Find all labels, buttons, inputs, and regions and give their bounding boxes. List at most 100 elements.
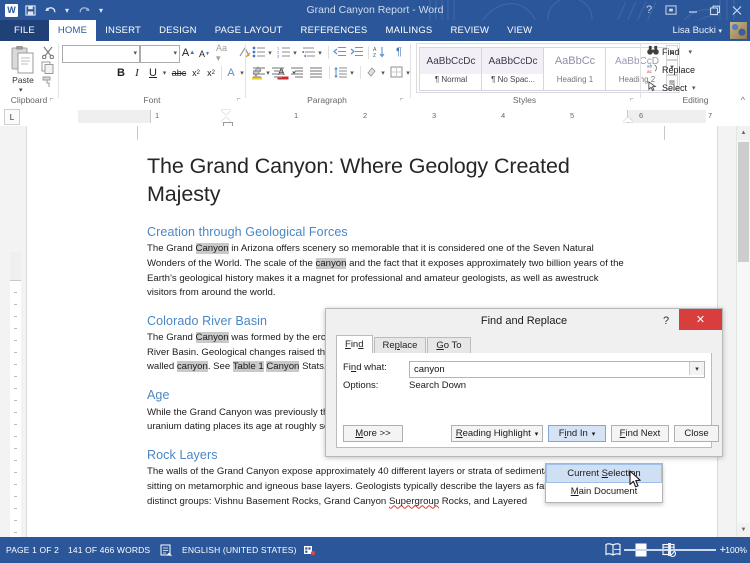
reading-highlight-button[interactable]: Reading Highlight ▾ [451, 425, 543, 442]
close-button[interactable]: Close [674, 425, 719, 442]
dialog-title-bar[interactable]: Find and Replace ? ✕ [326, 309, 722, 333]
bullets-dropdown-icon[interactable]: ▾ [266, 47, 274, 58]
dialog-close-icon[interactable]: ✕ [679, 309, 722, 330]
close-icon[interactable] [726, 0, 748, 20]
save-icon[interactable] [20, 0, 40, 20]
dialog-tab-goto[interactable]: Go To [427, 337, 471, 353]
style-item-heading-1[interactable]: AaBbCс Heading 1 [543, 47, 607, 91]
dialog-help-icon[interactable]: ? [656, 312, 676, 330]
tab-design[interactable]: DESIGN [150, 20, 206, 41]
help-icon[interactable]: ? [638, 0, 660, 20]
scroll-down-icon[interactable]: ▼ [737, 523, 750, 537]
word-count[interactable]: 141 OF 466 WORDS [68, 537, 150, 563]
replace-button[interactable]: ab ac Replace [647, 63, 695, 76]
font-name-combo[interactable]: ▾ [62, 45, 140, 63]
increase-indent-icon[interactable] [349, 45, 364, 59]
restore-icon[interactable] [704, 0, 726, 20]
horizontal-ruler[interactable]: 1 1 2 3 4 5 6 7 [78, 110, 712, 130]
scroll-up-icon[interactable]: ▲ [737, 126, 750, 140]
align-left-icon[interactable] [251, 65, 267, 79]
redo-icon[interactable] [74, 0, 94, 20]
cut-icon[interactable] [41, 46, 56, 60]
tab-references[interactable]: REFERENCES [292, 20, 377, 41]
copy-icon[interactable] [41, 61, 56, 75]
right-indent-marker[interactable] [623, 117, 633, 122]
format-painter-icon[interactable] [41, 75, 56, 89]
show-formatting-marks-icon[interactable]: ¶ [392, 45, 406, 59]
menu-item-main-document[interactable]: Main Document [546, 483, 662, 501]
borders-icon[interactable] [389, 65, 404, 79]
avatar[interactable] [730, 22, 747, 39]
page-indicator[interactable]: PAGE 1 OF 2 [6, 537, 59, 563]
line-spacing-dropdown-icon[interactable]: ▾ [348, 67, 356, 78]
align-center-icon[interactable] [270, 65, 286, 79]
find-and-replace-dialog[interactable]: Find and Replace ? ✕ Find Replace Go To … [325, 308, 723, 457]
undo-dropdown-icon[interactable]: ▾ [60, 0, 74, 20]
zoom-slider[interactable] [624, 543, 716, 556]
proofing-errors-icon[interactable] [160, 543, 173, 557]
sort-icon[interactable]: AZ [372, 45, 387, 59]
tab-view[interactable]: VIEW [498, 20, 541, 41]
styles-dialog-launcher[interactable]: ⌐ [627, 95, 636, 104]
line-spacing-icon[interactable] [333, 65, 348, 79]
style-item-no-spacing[interactable]: AaBbCcDc ¶ No Spac... [481, 47, 545, 91]
chevron-down-icon[interactable]: ▾ [133, 46, 137, 62]
dialog-tab-find[interactable]: Find [336, 335, 373, 353]
underline-dropdown-icon[interactable]: ▾ [160, 67, 169, 79]
more-button[interactable]: More >> [343, 425, 403, 442]
tab-insert[interactable]: INSERT [96, 20, 150, 41]
paste-icon[interactable] [10, 45, 36, 75]
justify-icon[interactable] [308, 65, 324, 79]
font-size-combo[interactable]: ▾ [140, 45, 180, 63]
underline-icon[interactable]: U [146, 65, 160, 80]
select-dropdown-icon[interactable]: ▾ [692, 84, 696, 92]
font-dialog-launcher[interactable]: ⌐ [234, 95, 243, 104]
find-dropdown-icon[interactable]: ▾ [689, 48, 693, 56]
tab-stop-selector[interactable]: L [4, 109, 20, 125]
tab-page-layout[interactable]: PAGE LAYOUT [206, 20, 292, 41]
vertical-ruler[interactable] [10, 252, 21, 537]
undo-icon[interactable] [40, 0, 60, 20]
select-button[interactable]: Select ▾ [647, 81, 696, 94]
chevron-down-icon[interactable]: ▾ [689, 362, 704, 375]
minimize-icon[interactable] [682, 0, 704, 20]
first-line-indent-marker[interactable] [221, 110, 231, 115]
multilevel-list-icon[interactable] [301, 45, 316, 59]
find-next-button[interactable]: Find Next [611, 425, 669, 442]
customize-qat-icon[interactable]: ▾ [94, 0, 108, 20]
find-in-dropdown-menu[interactable]: Current Selection Main Document [545, 463, 663, 503]
user-name-label[interactable]: Lisa Bucki ▾ [673, 20, 722, 41]
find-button[interactable]: Find ▾ [647, 45, 692, 58]
tab-home[interactable]: HOME [48, 20, 97, 41]
tab-file[interactable]: FILE [0, 20, 49, 41]
bold-icon[interactable]: B [114, 65, 128, 80]
style-item-normal[interactable]: AaBbCcDc ¶ Normal [419, 47, 483, 91]
paste-dropdown-icon[interactable]: ▾ [19, 86, 23, 94]
tab-review[interactable]: REVIEW [441, 20, 498, 41]
decrease-indent-icon[interactable] [332, 45, 347, 59]
find-in-button[interactable]: Fi nd In ▾ [548, 425, 606, 442]
text-effects-icon[interactable]: A [224, 65, 238, 80]
shading-dropdown-icon[interactable]: ▾ [379, 67, 387, 78]
numbering-dropdown-icon[interactable]: ▾ [291, 47, 299, 58]
superscript-icon[interactable]: x2 [204, 66, 218, 80]
align-right-icon[interactable] [289, 65, 305, 79]
macro-recording-icon[interactable] [303, 543, 316, 557]
menu-item-current-selection[interactable]: Current Selection [546, 464, 662, 483]
strikethrough-icon[interactable]: abc [171, 66, 187, 80]
paragraph-dialog-launcher[interactable]: ⌐ [397, 95, 406, 104]
zoom-out-button[interactable]: − [614, 537, 620, 563]
collapse-ribbon-icon[interactable]: ^ [741, 95, 745, 105]
language-indicator[interactable]: ENGLISH (UNITED STATES) [182, 537, 297, 563]
dialog-tab-replace[interactable]: Replace [373, 337, 427, 353]
chevron-down-icon[interactable]: ▾ [173, 46, 177, 62]
grow-font-icon[interactable]: A ▲ [181, 45, 196, 61]
bullets-icon[interactable] [251, 45, 266, 59]
scrollbar-thumb[interactable] [738, 142, 749, 262]
zoom-slider-handle[interactable] [668, 543, 671, 556]
numbering-icon[interactable]: 123 [276, 45, 291, 59]
user-dropdown-icon[interactable]: ▾ [718, 28, 722, 35]
tab-mailings[interactable]: MAILINGS [376, 20, 441, 41]
zoom-level-label[interactable]: 100% [725, 537, 747, 563]
italic-icon[interactable]: I [130, 65, 144, 80]
